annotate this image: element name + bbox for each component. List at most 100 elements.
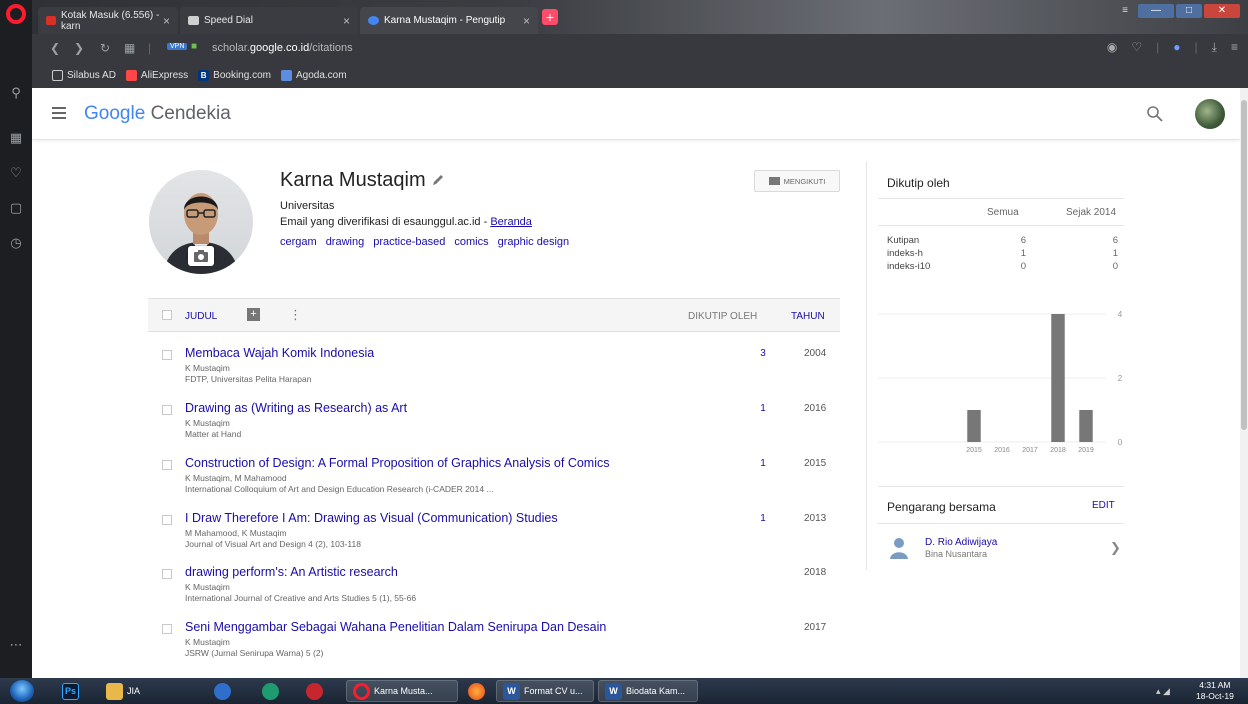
search-icon[interactable] [1146,105,1164,123]
snapshot-icon[interactable]: ▢ [0,197,32,219]
row-checkbox[interactable] [162,460,172,470]
heart-icon[interactable]: ♡ [1131,40,1142,55]
sort-by-title[interactable]: JUDUL [185,311,217,322]
menu-icon[interactable] [52,107,66,119]
coauthor-name[interactable]: D. Rio Adiwijaya [925,537,997,548]
col-since[interactable]: Sejak 2014 [1066,207,1116,218]
chevron-right-icon[interactable]: ❯ [1110,540,1121,556]
separator: | [1156,40,1160,54]
select-all-checkbox[interactable] [162,310,172,320]
cited-count[interactable]: 1 [756,513,770,524]
article-title[interactable]: Membaca Wajah Komik Indonesia [185,346,374,360]
app-button[interactable] [208,680,237,702]
tab-speed-dial[interactable]: Speed Dial × [180,7,358,34]
reload-icon[interactable]: ↻ [100,41,110,55]
google-scholar-logo[interactable]: Google Cendekia [84,103,231,125]
bookmark-label: Silabus AD [67,69,116,81]
article-venue: International Journal of Creative and Ar… [185,593,417,603]
app-button[interactable] [300,680,329,702]
y-tick-label: 2 [1118,374,1123,383]
lock-icon[interactable]: ■ [191,41,197,52]
opera-logo-icon[interactable] [6,4,26,24]
tab-label: Karna Mustaqim - Pengutip [384,15,506,26]
close-window-button[interactable]: ✕ [1204,4,1240,18]
sort-by-year[interactable]: TAHUN [791,311,825,322]
vpn-badge[interactable]: VPN [167,43,188,50]
article-title[interactable]: drawing perform's: An Artistic research [185,565,398,579]
interest-link[interactable]: cergam [280,236,317,248]
scrollbar-thumb[interactable] [1241,100,1247,430]
app-button[interactable] [256,680,285,702]
cited-count[interactable]: 3 [756,348,770,359]
back-icon[interactable]: ❮ [50,41,60,55]
taskbar-word-cv[interactable]: W Format CV u... [496,680,594,702]
close-icon[interactable]: × [523,14,530,28]
coauthor-avatar-icon[interactable] [888,535,910,559]
system-clock[interactable]: 4:31 AM 18-Oct-19 [1196,680,1234,702]
edit-coauthors-button[interactable]: EDIT [1092,500,1115,511]
row-checkbox[interactable] [162,515,172,525]
row-checkbox[interactable] [162,350,172,360]
follow-button[interactable]: MENGIKUTI [754,170,840,192]
row-checkbox[interactable] [162,405,172,415]
col-all[interactable]: Semua [987,207,1019,218]
bookmark-agoda[interactable]: Agoda.com [280,69,347,81]
profile-name: Karna Mustaqim [280,169,426,191]
photoshop-button[interactable]: Ps [56,680,85,702]
new-tab-button[interactable]: + [542,9,558,25]
row-checkbox[interactable] [162,624,172,634]
cited-count[interactable]: 1 [756,403,770,414]
download-icon[interactable]: ⤓ [1212,40,1217,55]
bookmark-silabus[interactable]: Silabus AD [52,69,116,81]
article-year: 2004 [804,348,827,359]
explorer-jia-button[interactable]: JIA [100,680,146,702]
interest-link[interactable]: practice-based [373,236,445,248]
account-avatar[interactable] [1195,99,1225,129]
taskbar-word-biodata[interactable]: W Biodata Kam... [598,680,698,702]
extension-icon[interactable]: ● [1173,40,1180,55]
article-title[interactable]: Drawing as (Writing as Research) as Art [185,401,407,415]
cited-count[interactable]: 1 [756,458,770,469]
history-icon[interactable]: ◷ [0,232,32,254]
close-icon[interactable]: × [163,14,170,28]
homepage-link[interactable]: Beranda [490,216,532,228]
search-icon[interactable]: ⚲ [0,82,32,104]
interest-link[interactable]: drawing [326,236,365,248]
article-title[interactable]: Construction of Design: A Formal Proposi… [185,456,610,470]
firefox-button[interactable] [462,680,491,702]
forward-icon[interactable]: ❯ [74,41,84,55]
row-checkbox[interactable] [162,569,172,579]
change-photo-button[interactable] [188,246,214,266]
speed-dial-icon[interactable]: ▦ [0,127,32,149]
article-title[interactable]: Seni Menggambar Sebagai Wahana Penelitia… [185,620,606,634]
url-field[interactable]: scholar.google.co.id/citations [212,42,353,54]
stat-label: indeks-h [887,248,923,259]
envelope-icon [768,177,780,185]
tab-scholar[interactable]: Karna Mustaqim - Pengutip × [360,7,538,34]
tray-icons[interactable]: ▴ ◢ [1150,680,1176,702]
interest-link[interactable]: comics [454,236,488,248]
table-row: Drawing as (Writing as Research) as Art … [148,401,840,455]
article-title[interactable]: I Draw Therefore I Am: Drawing as Visual… [185,511,558,525]
edit-pencil-icon[interactable] [431,173,445,187]
heart-icon[interactable]: ♡ [0,162,32,184]
more-icon[interactable]: ⋯ [0,634,32,656]
minimize-button[interactable]: — [1138,4,1174,18]
more-options-icon[interactable]: ⋮ [289,307,302,323]
scrollbar[interactable] [1240,88,1248,678]
taskbar-opera[interactable]: Karna Musta... [346,680,458,702]
speed-dial-icon[interactable]: ▦ [124,41,135,55]
mail-icon [46,16,56,25]
bookmark-booking[interactable]: B Booking.com [198,69,271,81]
tab-menu-icon[interactable]: ≡ [1118,4,1132,18]
maximize-button[interactable]: □ [1176,4,1202,18]
camera-icon[interactable]: ◉ [1107,40,1117,55]
bookmark-aliexpress[interactable]: AliExpress [125,69,188,81]
menu-icon[interactable]: ≡ [1231,40,1238,55]
sort-by-cited[interactable]: DIKUTIP OLEH [688,311,757,322]
start-button[interactable] [10,680,34,702]
add-article-icon[interactable]: + [247,308,260,321]
tab-gmail[interactable]: Kotak Masuk (6.556) - karn × [38,7,178,34]
close-icon[interactable]: × [343,14,350,28]
interest-link[interactable]: graphic design [498,236,570,248]
